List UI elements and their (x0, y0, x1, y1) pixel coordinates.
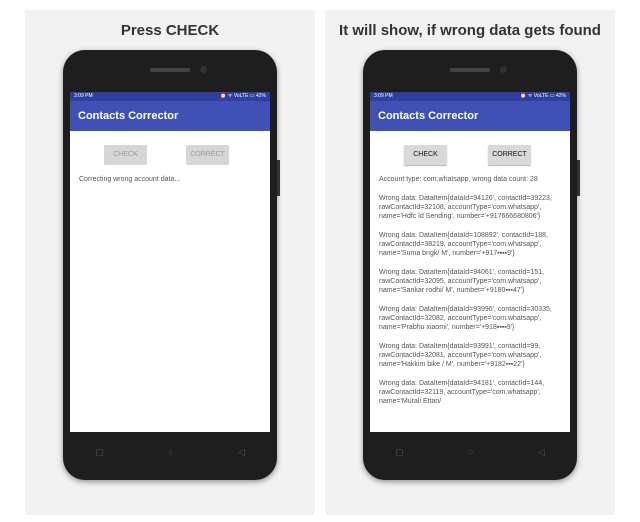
phone-left: 3:09 PM ⏰ ᯤ VoLTE ▭ 42% Contacts Correct… (63, 50, 280, 480)
status-bar: 3:09 PM ⏰ ᯤ VoLTE ▭ 42% (370, 92, 570, 101)
back-icon[interactable]: ◁ (538, 447, 545, 465)
right-panel: It will show, if wrong data gets found 3… (325, 10, 615, 515)
side-button (577, 160, 580, 196)
wrong-data-entry: Wrong data: DataItem{dataId=94181', cont… (379, 380, 545, 405)
earpiece (150, 68, 190, 72)
output-area: Correcting wrong account data... (70, 167, 270, 184)
status-time: 3:09 PM (374, 93, 393, 99)
check-button[interactable]: CHECK (104, 145, 147, 165)
wrong-data-entry: Wrong data: DataItem{dataId=93991', cont… (379, 343, 542, 368)
right-caption: It will show, if wrong data gets found (339, 22, 601, 39)
status-icons: ⏰ ᯤ VoLTE ▭ 42% (520, 93, 566, 99)
summary-text: Account type: com.whatsapp, wrong data c… (379, 176, 538, 183)
left-caption: Press CHECK (120, 22, 220, 39)
recent-apps-icon[interactable]: ▢ (95, 447, 104, 465)
app-title: Contacts Corrector (70, 101, 270, 131)
app-title: Contacts Corrector (370, 101, 570, 131)
nav-bar: ▢ ○ ◁ (63, 447, 277, 465)
status-bar: 3:09 PM ⏰ ᯤ VoLTE ▭ 42% (70, 92, 270, 101)
recent-apps-icon[interactable]: ▢ (395, 447, 404, 465)
nav-bar: ▢ ○ ◁ (363, 447, 577, 465)
status-icons: ⏰ ᯤ VoLTE ▭ 42% (220, 93, 266, 99)
wrong-data-entry: Wrong data: DataItem{dataId=94061', cont… (379, 269, 545, 294)
back-icon[interactable]: ◁ (238, 447, 245, 465)
button-row: CHECK CORRECT (370, 145, 570, 167)
wrong-data-entry: Wrong data: DataItem{dataId=93996', cont… (379, 306, 552, 331)
status-time: 3:09 PM (74, 93, 93, 99)
wrong-data-entry: Wrong data: DataItem{dataId=108892', con… (379, 232, 548, 257)
button-row: CHECK CORRECT (70, 145, 270, 167)
screen-left: 3:09 PM ⏰ ᯤ VoLTE ▭ 42% Contacts Correct… (70, 92, 270, 432)
check-button[interactable]: CHECK (404, 145, 447, 165)
correct-button[interactable]: CORRECT (488, 145, 531, 165)
front-camera (500, 66, 507, 73)
correct-button[interactable]: CORRECT (186, 145, 229, 165)
side-button (277, 160, 280, 196)
screen-right: 3:09 PM ⏰ ᯤ VoLTE ▭ 42% Contacts Correct… (370, 92, 570, 432)
wrong-data-entry: Wrong data: DataItem{dataId=94126', cont… (379, 195, 552, 220)
phone-right: 3:09 PM ⏰ ᯤ VoLTE ▭ 42% Contacts Correct… (363, 50, 580, 480)
front-camera (200, 66, 207, 73)
home-icon[interactable]: ○ (168, 447, 173, 465)
earpiece (450, 68, 490, 72)
home-icon[interactable]: ○ (468, 447, 473, 465)
output-area: Account type: com.whatsapp, wrong data c… (370, 167, 570, 406)
status-message: Correcting wrong account data... (79, 176, 181, 183)
left-panel: Press CHECK 3:09 PM ⏰ ᯤ VoLTE ▭ 42% Cont… (25, 10, 315, 515)
